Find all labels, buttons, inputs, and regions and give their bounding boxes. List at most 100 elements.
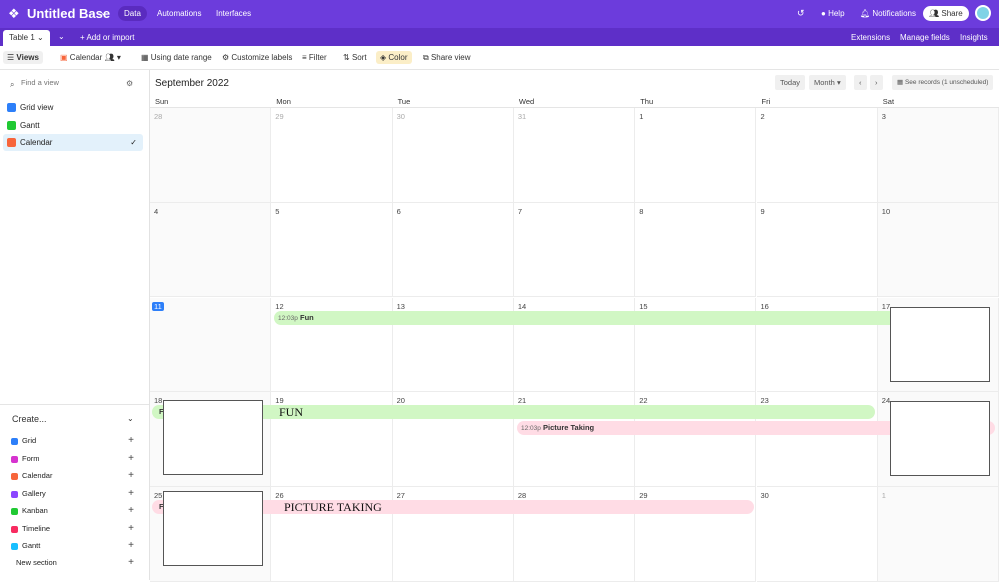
tables-dropdown-icon[interactable]: ⌄	[58, 32, 65, 41]
weekday-header: Fri	[761, 97, 771, 106]
day-number: 2	[760, 112, 765, 121]
add-or-import-button[interactable]: + Add or import	[80, 33, 134, 42]
create-calendar[interactable]: Calendar +	[10, 469, 138, 483]
day-number: 24	[881, 396, 891, 406]
gallery-icon	[11, 490, 18, 498]
create-label: Grid	[22, 436, 37, 445]
views-label: Views	[16, 53, 39, 62]
create-label: Calendar	[22, 471, 53, 480]
create-label: Gantt	[22, 541, 41, 550]
grid-icon	[11, 438, 18, 445]
sidebar-item-gantt[interactable]: Gantt	[3, 117, 143, 134]
sidebar-item-calendar[interactable]: Calendar ✓	[3, 134, 143, 151]
nav-data[interactable]: Data	[118, 6, 147, 21]
view-label: Grid view	[20, 103, 54, 112]
view-label: Gantt	[20, 121, 40, 130]
day-cell[interactable]: 11	[150, 297, 272, 393]
gantt-icon	[7, 121, 16, 130]
plus-icon: +	[128, 540, 134, 551]
plus-icon: +	[128, 557, 134, 568]
fun-overlay-text: FUN	[279, 405, 304, 419]
tab-table-1[interactable]: Table 1 ⌄	[3, 30, 50, 46]
logo-icon[interactable]: ❖	[8, 6, 20, 22]
plus-icon: +	[128, 452, 134, 464]
sidebar-item-grid-view[interactable]: Grid view	[3, 99, 143, 116]
create-label: Gallery	[22, 488, 46, 498]
create-gallery[interactable]: Gallery +	[10, 487, 138, 501]
day-cell[interactable]: 1	[877, 487, 999, 582]
day-number: 26	[275, 491, 284, 501]
day-number: 25	[154, 491, 163, 501]
gantt-icon	[11, 543, 18, 550]
day-cell[interactable]: 30	[392, 108, 514, 203]
day-number: 29	[275, 112, 284, 121]
day-cell[interactable]: 4	[150, 202, 272, 298]
grid-icon	[7, 103, 16, 112]
add-label: Add or import	[86, 33, 135, 42]
day-number: 30	[396, 112, 405, 121]
day-cell[interactable]: 3	[877, 108, 999, 203]
base-title[interactable]: Untitled Base	[27, 6, 110, 21]
check-icon: ✓	[130, 138, 137, 147]
view-name: Calendar	[69, 53, 103, 62]
day-cell[interactable]: 31	[513, 108, 636, 203]
day-cell[interactable]: 6	[392, 202, 514, 298]
day-number: 4	[154, 206, 159, 216]
create-kanban[interactable]: Kanban +	[10, 504, 138, 518]
day-number: 28	[517, 491, 527, 501]
day-cell[interactable]: 8	[635, 202, 757, 298]
calendar-icon	[7, 138, 16, 147]
new-section-label: New section	[16, 558, 57, 567]
event-title: Fun	[299, 313, 314, 322]
create-label: Form	[22, 453, 40, 463]
settings-icon[interactable]: ⚙	[126, 79, 133, 88]
day-number: 15	[639, 301, 648, 311]
create-form[interactable]: Form +	[10, 452, 138, 466]
day-number: 14	[517, 301, 527, 311]
day-number: 16	[760, 301, 769, 311]
views-toggle[interactable]: ☰ Views	[3, 51, 43, 64]
day-number: 3	[881, 112, 886, 121]
plus-icon: +	[128, 487, 134, 499]
create-heading[interactable]: Create...	[12, 414, 47, 424]
create-grid[interactable]: Grid +	[10, 434, 138, 448]
day-cell[interactable]: 9	[756, 202, 878, 298]
blank-image-box	[163, 400, 263, 475]
event-time: 12:03p	[278, 315, 298, 322]
day-number: 6	[396, 206, 401, 216]
plus-icon: +	[128, 435, 134, 446]
day-number: 10	[881, 206, 891, 216]
chevron-down-icon[interactable]: ⌄	[100, 8, 107, 17]
day-cell[interactable]: 10	[877, 202, 999, 298]
kanban-icon	[11, 508, 18, 515]
find-view-input[interactable]	[21, 78, 116, 87]
event-fun[interactable]: 12:03p Fun	[274, 311, 990, 325]
view-switcher[interactable]: ▣ Calendar 👥︎ ▾	[60, 53, 121, 62]
weekday-header: Tue	[397, 97, 411, 106]
calendar-icon	[11, 473, 18, 480]
day-number: 12	[275, 301, 284, 311]
blank-image-box	[163, 491, 263, 566]
day-number: 17	[881, 301, 891, 311]
new-section-button[interactable]: New section +	[10, 556, 138, 570]
day-cell[interactable]: 5	[271, 202, 393, 298]
day-cell[interactable]: 7	[513, 202, 636, 298]
search-icon: ⌕	[10, 80, 15, 89]
weekday-header: Thu	[640, 97, 654, 106]
day-number: 1	[639, 112, 644, 121]
day-cell[interactable]: 29	[271, 108, 393, 203]
day-cell[interactable]: 28	[150, 108, 272, 203]
create-gantt[interactable]: Gantt +	[10, 539, 138, 553]
day-cell[interactable]: 2	[756, 108, 878, 203]
chevron-down-icon[interactable]: ⌄	[127, 414, 134, 423]
day-cell[interactable]: 1	[635, 108, 757, 203]
day-cell[interactable]: 30	[756, 487, 878, 582]
calendar-grid: Sun Mon Tue Wed Thu Fri Sat 28 29 30 31 1 2 3 4 5 6 7 8 9 10…	[150, 0, 999, 582]
plus-icon: +	[128, 505, 134, 516]
day-number: 31	[517, 112, 527, 121]
event-time: 12:03p	[521, 425, 541, 432]
create-timeline[interactable]: Timeline +	[10, 522, 138, 536]
day-number: 29	[639, 491, 648, 501]
form-icon	[11, 455, 18, 463]
divider	[0, 404, 149, 405]
